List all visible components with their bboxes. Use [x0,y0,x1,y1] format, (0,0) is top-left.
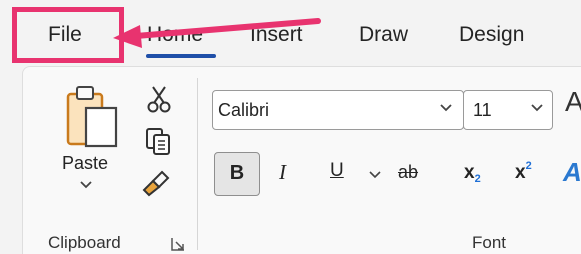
subscript-button[interactable]: x2 [464,162,481,185]
superscript-digit: 2 [525,160,532,172]
text-effects-button[interactable]: A [563,157,581,188]
font-name-value: Calibri [218,100,270,120]
copy-icon[interactable] [144,126,174,156]
chevron-down-icon[interactable] [80,181,92,189]
paste-label: Paste [62,153,109,173]
font-group-label: Font [472,233,507,252]
font-size-value: 11 [473,100,492,120]
active-tab-indicator [146,54,216,58]
annotation-highlight-box [12,7,124,63]
tab-home[interactable]: Home [147,22,203,48]
subscript-base: x [464,162,475,183]
paintbrush-icon[interactable] [140,168,172,198]
chevron-down-icon[interactable] [439,103,453,113]
grow-font-button[interactable]: A [565,86,581,118]
tab-insert[interactable]: Insert [250,22,303,48]
italic-button[interactable]: I [279,160,286,185]
clipboard-paste-icon [66,86,118,148]
chevron-down-icon[interactable] [369,171,381,179]
chevron-down-icon[interactable] [530,103,544,113]
dialog-launcher-icon[interactable] [170,236,186,252]
underline-button[interactable]: U [330,160,344,182]
tab-draw[interactable]: Draw [359,22,408,48]
group-divider [197,78,198,250]
font-size-combobox[interactable]: 11 [463,90,553,130]
subscript-digit: 2 [474,173,481,185]
scissors-icon[interactable] [144,84,174,114]
clipboard-group-label: Clipboard [48,233,121,252]
strikethrough-button[interactable]: ab [398,162,418,183]
superscript-button[interactable]: x2 [515,160,532,184]
font-name-combobox[interactable]: Calibri [212,90,464,130]
superscript-base: x [515,162,526,183]
bold-button[interactable]: B [214,152,260,196]
tab-design[interactable]: Design [459,22,524,48]
paste-button[interactable] [52,78,130,218]
